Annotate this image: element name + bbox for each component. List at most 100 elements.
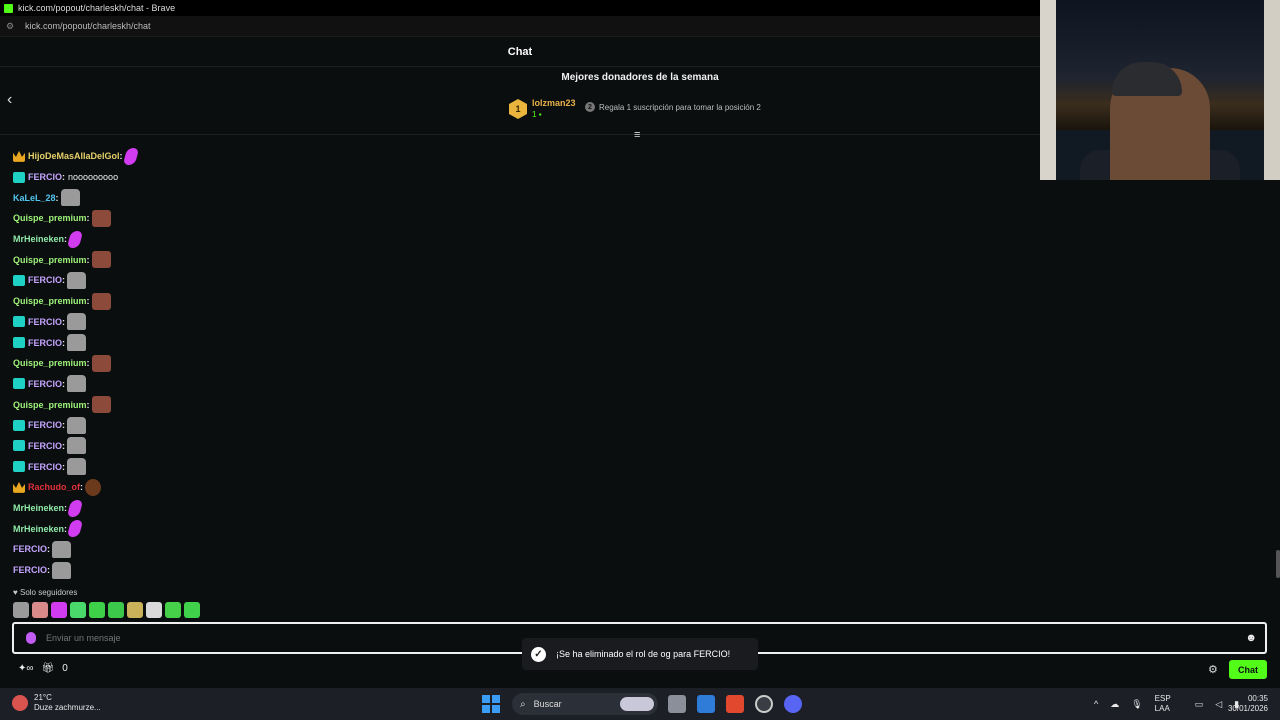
cat-emote-icon[interactable] <box>60 189 80 207</box>
og-badge-icon[interactable] <box>13 461 25 473</box>
cat-emote-icon[interactable] <box>67 416 87 434</box>
og-badge-icon[interactable] <box>13 419 25 431</box>
chat-bottom-bar: ✦∞ 🎁︎ 0 ⚙ Chat <box>0 660 1280 680</box>
address-bar[interactable]: ⚙ kick.com/popout/charleskh/chat <box>0 16 1040 37</box>
chat-username[interactable]: MrHeineken <box>13 503 64 513</box>
scrollbar-thumb[interactable] <box>1276 550 1280 578</box>
chat-username[interactable]: FERCIO <box>13 544 47 554</box>
filter-icon[interactable]: ≡ <box>634 129 640 141</box>
display-icon[interactable]: ▭ <box>1195 699 1204 710</box>
obs-icon[interactable] <box>755 695 773 713</box>
chat-username[interactable]: FERCIO <box>28 275 62 285</box>
network-app-icon[interactable]: ☁ <box>1110 699 1119 710</box>
back-chevron-icon[interactable]: ‹ <box>7 91 12 109</box>
face-emote-icon[interactable] <box>91 209 111 227</box>
mic-tray-icon[interactable]: 🎙︎ <box>1131 699 1142 710</box>
quick-emote-icon[interactable] <box>184 602 200 618</box>
chevron-up-icon[interactable]: ^ <box>1094 699 1098 709</box>
pink-emote-icon[interactable] <box>66 520 84 538</box>
chat-username[interactable]: FERCIO <box>13 565 47 575</box>
chat-username[interactable]: FERCIO <box>28 379 62 389</box>
brave-browser-icon[interactable] <box>726 695 744 713</box>
face-emote-icon[interactable] <box>91 354 111 372</box>
face-emote-icon[interactable] <box>91 251 111 269</box>
chat-username[interactable]: Quispe_premium <box>13 213 87 223</box>
chat-message: Quispe_premium: <box>13 291 613 312</box>
donor-rank-2[interactable]: 2 Regala 1 suscripción para tomar la pos… <box>585 102 761 112</box>
chat-message: FERCIO: <box>13 539 613 560</box>
chat-username[interactable]: Quispe_premium <box>13 255 87 265</box>
taskbar-search[interactable]: ⌕ Buscar <box>512 693 658 715</box>
volume-icon[interactable]: ◁ <box>1215 699 1222 710</box>
quick-emote-icon[interactable] <box>13 602 29 618</box>
emoji-picker-icon[interactable]: ☻ <box>1245 632 1257 644</box>
og-badge-icon[interactable] <box>13 378 25 390</box>
crown-badge-icon[interactable] <box>13 481 25 493</box>
og-badge-icon[interactable] <box>13 274 25 286</box>
quick-emote-icon[interactable] <box>51 602 67 618</box>
site-info-icon[interactable]: ⚙ <box>6 21 15 31</box>
quick-emote-icon[interactable] <box>146 602 162 618</box>
quick-emote-icon[interactable] <box>165 602 181 618</box>
face-emote-icon[interactable] <box>91 292 111 310</box>
cat-emote-icon[interactable] <box>67 437 87 455</box>
quick-emote-icon[interactable] <box>89 602 105 618</box>
quick-emote-icon[interactable] <box>108 602 124 618</box>
chat-username[interactable]: FERCIO <box>28 441 62 451</box>
quick-emote-icon[interactable] <box>127 602 143 618</box>
gift-icon[interactable]: 🎁︎ <box>42 663 55 674</box>
settings-gear-icon[interactable]: ⚙ <box>1208 663 1218 676</box>
chat-message-text: nooooooooo <box>68 172 119 183</box>
chat-username[interactable]: FERCIO <box>28 420 62 430</box>
chat-username[interactable]: FERCIO <box>28 462 62 472</box>
microphone-icon[interactable] <box>26 632 36 644</box>
og-badge-icon[interactable] <box>13 316 25 328</box>
username-separator: : <box>119 151 123 162</box>
quick-emote-icon[interactable] <box>32 602 48 618</box>
pink-emote-icon[interactable] <box>122 147 139 165</box>
chat-username[interactable]: HijoDeMasAllaDelGol <box>28 151 120 161</box>
pink-emote-icon[interactable] <box>66 499 84 517</box>
pink-emote-icon[interactable] <box>66 230 84 248</box>
chat-username[interactable]: FERCIO <box>28 172 62 182</box>
rewards-icon[interactable]: ✦∞ <box>18 663 34 674</box>
gift-count: 0 <box>62 663 68 674</box>
chat-message: FERCIO: nooooooooo <box>13 167 613 188</box>
url-text[interactable]: kick.com/popout/charleskh/chat <box>25 21 151 31</box>
cat-emote-icon[interactable] <box>52 561 72 579</box>
cat-emote-icon[interactable] <box>67 271 87 289</box>
cat-emote-icon[interactable] <box>67 458 87 476</box>
chat-username[interactable]: Rachudo_of <box>28 482 80 492</box>
og-badge-icon[interactable] <box>13 171 25 183</box>
quick-emote-icon[interactable] <box>70 602 86 618</box>
username-separator: : <box>80 482 84 493</box>
cat-emote-icon[interactable] <box>67 313 87 331</box>
language-indicator[interactable]: ESP LAA <box>1155 694 1183 714</box>
donor-rank-1[interactable]: 1 lolzman23 1 ▪ <box>509 97 576 121</box>
chat-message: HijoDeMasAllaDelGol: <box>13 146 613 167</box>
brown-emote-icon[interactable] <box>85 478 102 496</box>
cat-emote-icon[interactable] <box>67 375 87 393</box>
windows-start-icon[interactable] <box>482 695 500 713</box>
cat-emote-icon[interactable] <box>67 334 87 352</box>
chat-username[interactable]: FERCIO <box>28 338 62 348</box>
task-view-icon[interactable] <box>668 695 686 713</box>
chat-username[interactable]: Quispe_premium <box>13 400 87 410</box>
username-separator: : <box>86 399 90 410</box>
chat-username[interactable]: MrHeineken <box>13 234 64 244</box>
chat-username[interactable]: MrHeineken <box>13 524 64 534</box>
og-badge-icon[interactable] <box>13 337 25 349</box>
clock[interactable]: 00:35 30/01/2026 <box>1224 694 1268 714</box>
chat-username[interactable]: Quispe_premium <box>13 296 87 306</box>
notepad-icon[interactable] <box>697 695 715 713</box>
discord-icon[interactable] <box>784 695 802 713</box>
chat-username[interactable]: FERCIO <box>28 317 62 327</box>
chat-username[interactable]: Quispe_premium <box>13 358 87 368</box>
chat-username[interactable]: KaLeL_28 <box>13 193 56 203</box>
og-badge-icon[interactable] <box>13 440 25 452</box>
face-emote-icon[interactable] <box>91 396 111 414</box>
cat-emote-icon[interactable] <box>52 540 72 558</box>
crown-badge-icon[interactable] <box>13 150 25 162</box>
weather-widget[interactable]: 21°C Duze zachmurze... <box>12 693 101 713</box>
chat-send-button[interactable]: Chat <box>1229 660 1267 679</box>
